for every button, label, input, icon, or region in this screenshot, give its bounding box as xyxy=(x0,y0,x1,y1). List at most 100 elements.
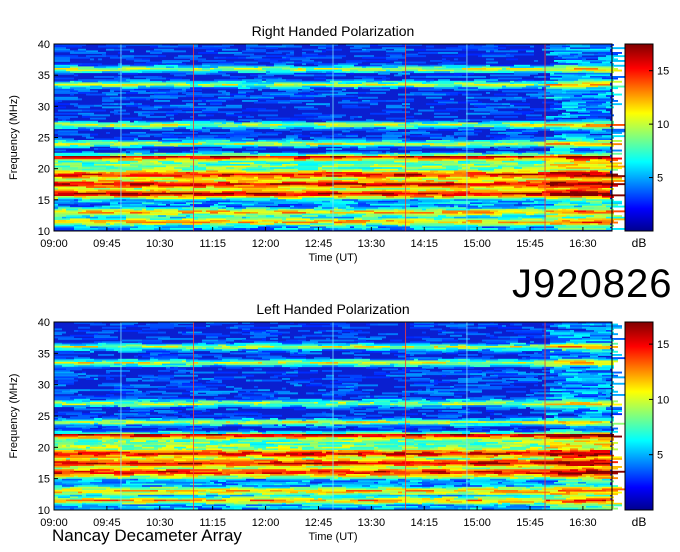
spectrogram-cell xyxy=(74,330,78,332)
spectrogram-cell xyxy=(106,132,110,134)
spectrogram-cell xyxy=(418,52,438,54)
spectrogram-cell xyxy=(362,350,374,353)
spectrogram-cell xyxy=(398,148,422,150)
spectrogram-cell xyxy=(198,60,202,62)
spectrogram-cell xyxy=(302,365,314,368)
spectrogram-cell xyxy=(490,128,506,131)
spectrogram-cell xyxy=(458,338,470,340)
spectrogram-cell xyxy=(250,228,274,230)
spectrogram-cell xyxy=(238,116,242,118)
spectrogram-cell xyxy=(322,365,338,368)
spectrogram-cell xyxy=(454,88,478,91)
spectrogram-cell xyxy=(462,61,466,64)
spectrogram-cell xyxy=(554,56,562,59)
spectrogram-cell xyxy=(138,350,142,353)
spectrogram-cell xyxy=(134,386,150,388)
spectrogram-cell xyxy=(338,336,354,339)
spectrogram-cell xyxy=(366,395,370,398)
spectrogram-cell xyxy=(514,365,522,368)
spectrogram-cell xyxy=(606,106,614,109)
spectrogram-cell xyxy=(90,114,110,117)
spectrogram-cell xyxy=(98,148,118,150)
spectrogram-cell xyxy=(506,352,510,355)
x-tick-label: 09:00 xyxy=(40,238,68,250)
spectrogram-cell xyxy=(330,95,354,98)
spectrogram-cell xyxy=(238,87,250,90)
spectrogram-cell xyxy=(86,136,94,139)
spectrogram-cell xyxy=(250,74,258,77)
spectrogram-cell xyxy=(458,354,478,356)
colorbar xyxy=(624,43,654,232)
spectrogram-cell xyxy=(234,228,246,230)
spectrogram-cell xyxy=(58,133,70,136)
spectrogram-cell xyxy=(122,56,126,59)
spectrogram-cell xyxy=(90,90,98,93)
spectrogram-cell xyxy=(490,74,510,77)
spectrogram-cell xyxy=(366,366,370,369)
spectrogram-cell xyxy=(118,45,126,48)
spectrogram-cell xyxy=(330,228,338,230)
spectrogram-cell xyxy=(198,130,202,133)
spectrogram-cell xyxy=(230,352,234,355)
spectrogram-cell xyxy=(198,114,206,117)
spectrogram-cell xyxy=(162,50,186,53)
spectrogram-cell xyxy=(170,117,174,120)
spectrogram-cell xyxy=(322,119,326,122)
spectrogram-cell xyxy=(546,392,550,395)
spectrogram-cell xyxy=(362,228,366,230)
x-tick-label: 15:00 xyxy=(463,238,491,250)
spectrogram-cell xyxy=(70,146,90,149)
spectrogram-cell xyxy=(250,365,274,368)
spectrogram-cell xyxy=(394,386,406,388)
spectrogram-cell xyxy=(318,71,322,74)
spectrogram-cell xyxy=(330,339,354,342)
spectrogram-cell xyxy=(82,135,86,138)
spectrogram-cell xyxy=(534,109,558,112)
spectrogram-cell xyxy=(510,323,514,326)
spectrogram-cell xyxy=(98,228,106,230)
spectrogram-cell xyxy=(446,352,458,355)
spectrogram-cell xyxy=(226,93,230,96)
spectrogram-cell xyxy=(222,146,242,149)
spectrogram-cell xyxy=(522,146,530,149)
spectrogram-cell xyxy=(398,355,406,358)
spectrogram-cell xyxy=(206,114,214,117)
spectrogram-cell xyxy=(278,101,290,104)
spectrogram-cell xyxy=(286,61,294,64)
spectrogram-cell xyxy=(438,366,454,369)
spectrogram-cell xyxy=(86,93,106,96)
spectrogram-cell xyxy=(178,127,186,130)
spectrogram-cell xyxy=(442,339,458,342)
spectrogram-cell xyxy=(538,331,550,334)
spectrogram-cell xyxy=(506,55,514,58)
spectrogram-cell xyxy=(226,366,242,369)
spectrogram-cell xyxy=(82,338,106,340)
spectrogram-cell xyxy=(306,71,318,74)
spectrogram-cell xyxy=(202,365,210,368)
spectrogram-cell xyxy=(138,374,142,377)
spectrogram-cell xyxy=(250,326,270,329)
spectrogram-cell xyxy=(414,112,418,115)
spectrogram-cell xyxy=(214,56,218,59)
spectrogram-cell xyxy=(206,325,210,328)
spectrogram-cell xyxy=(386,333,398,336)
x-tick-label: 15:45 xyxy=(516,238,544,250)
spectrogram-cell xyxy=(510,74,530,77)
spectrogram-cell xyxy=(298,330,310,332)
spectrogram-cell xyxy=(286,45,302,48)
spectrogram-cell xyxy=(542,370,550,372)
spectrogram-cell xyxy=(290,354,306,356)
spectrogram-cell xyxy=(606,395,610,398)
spectrogram-cell xyxy=(258,127,270,130)
spectrogram-cell xyxy=(170,338,194,340)
spectrogram-cell xyxy=(106,378,114,380)
spectrogram-cell xyxy=(498,228,506,230)
spectrogram-cell xyxy=(534,228,558,230)
spectrogram-cell xyxy=(494,331,502,334)
spectrogram-cell xyxy=(314,90,330,93)
spectrogram-cell xyxy=(358,92,366,94)
x-axis-label: Time (UT) xyxy=(308,252,357,264)
spectrogram-cell xyxy=(242,50,266,53)
spectrogram-cell xyxy=(186,326,206,329)
spectrogram-cell xyxy=(350,117,354,120)
